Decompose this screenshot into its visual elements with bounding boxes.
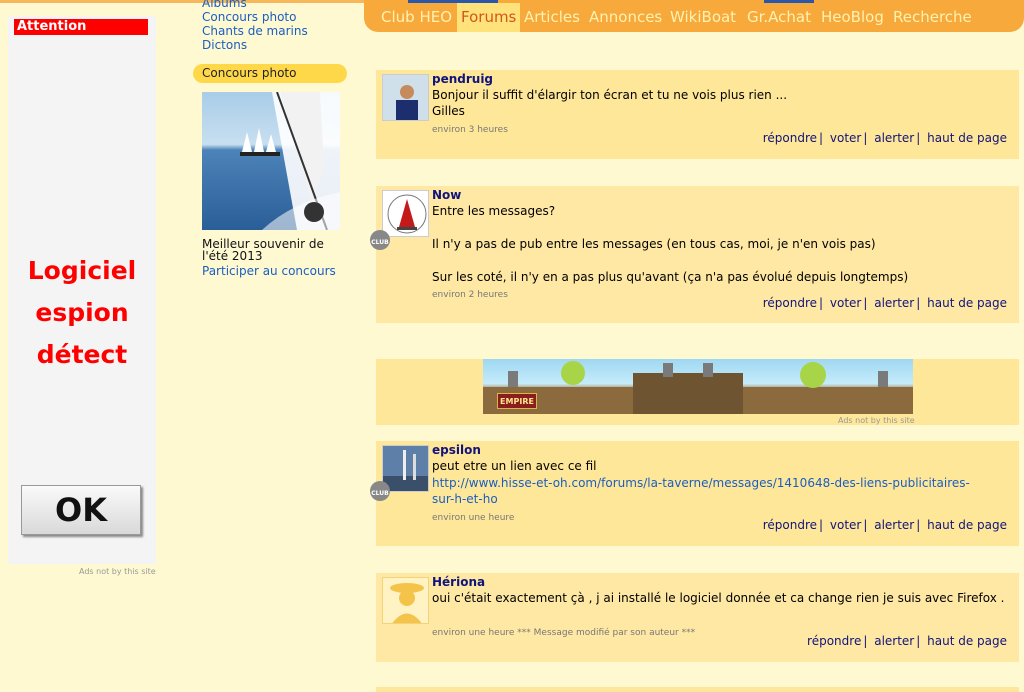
post-meta: environ 2 heures bbox=[432, 290, 508, 300]
post-actions: répondre | voter | alerter | haut de page bbox=[762, 131, 1007, 145]
post-meta: environ une heure bbox=[432, 513, 515, 523]
sidebar-link-dictons[interactable]: Dictons bbox=[202, 38, 308, 52]
post-author[interactable]: Now bbox=[432, 188, 461, 202]
default-avatar-icon bbox=[383, 578, 428, 623]
nav-wikiboat[interactable]: WikiBoat bbox=[670, 8, 736, 26]
next-post-edge bbox=[376, 687, 1019, 692]
sailboat-logo-icon bbox=[383, 191, 428, 236]
avatar[interactable] bbox=[382, 190, 429, 237]
sidebar-link-chants[interactable]: Chants de marins bbox=[202, 24, 308, 38]
ad-attention-label: Attention bbox=[14, 19, 148, 35]
post-actions: répondre | voter | alerter | haut de page bbox=[762, 296, 1007, 310]
top-of-page-link[interactable]: haut de page bbox=[927, 634, 1007, 648]
banner-ad-box: EMPIRE bbox=[376, 359, 1019, 425]
nav-forums[interactable]: Forums bbox=[457, 3, 521, 32]
ad-ok-button[interactable]: OK bbox=[21, 485, 141, 535]
avatar[interactable] bbox=[382, 445, 429, 492]
post-body-line: Sur les coté, il n'y en a pas plus qu'av… bbox=[432, 270, 909, 284]
harbor-photo-icon bbox=[383, 446, 428, 491]
vote-link[interactable]: voter bbox=[830, 131, 861, 145]
post-author[interactable]: Hériona bbox=[432, 575, 485, 589]
main-nav: Club HEO Forums Articles Annonces WikiBo… bbox=[364, 0, 1024, 32]
ads-note-right: Ads not by this site bbox=[838, 416, 915, 425]
post-actions: répondre | voter | alerter | haut de page bbox=[762, 518, 1007, 532]
ad-spy-line-2: espion bbox=[35, 298, 129, 327]
ad-spy-line-1: Logiciel bbox=[27, 256, 137, 285]
post-body-line: oui c'était exactement çà , j ai install… bbox=[432, 591, 1005, 605]
club-badge-icon: CLUB bbox=[370, 230, 390, 250]
reply-link[interactable]: répondre bbox=[763, 296, 817, 310]
ad-spy-line-3: détect bbox=[36, 340, 128, 369]
sidebar-link-albums[interactable]: Albums bbox=[202, 0, 308, 10]
castle-scene-illustration bbox=[483, 361, 913, 414]
game-banner-ad[interactable]: EMPIRE bbox=[483, 359, 913, 414]
reply-link[interactable]: répondre bbox=[763, 518, 817, 532]
top-of-page-link[interactable]: haut de page bbox=[927, 518, 1007, 532]
ad-spy-text[interactable]: Logiciel espion détect bbox=[8, 250, 156, 376]
post-actions: répondre | alerter | haut de page bbox=[807, 634, 1007, 648]
post-body-line: Gilles bbox=[432, 104, 465, 118]
post-author[interactable]: pendruig bbox=[432, 72, 493, 86]
post-link-line[interactable]: http://www.hisse-et-oh.com/forums/la-tav… bbox=[432, 476, 970, 490]
nav-club-heo[interactable]: Club HEO bbox=[381, 8, 452, 26]
post-body-line: Il n'y a pas de pub entre les messages (… bbox=[432, 237, 876, 251]
concours-photo[interactable] bbox=[202, 92, 340, 230]
participer-link[interactable]: Participer au concours bbox=[202, 264, 336, 278]
post-body-line: peut etre un lien avec ce fil bbox=[432, 459, 597, 473]
vote-link[interactable]: voter bbox=[830, 518, 861, 532]
forum-post: pendruig Bonjour il suffit d'élargir ton… bbox=[376, 70, 1019, 159]
post-meta: environ une heure *** Message modifié pa… bbox=[432, 628, 696, 638]
nav-heoblog[interactable]: HeoBlog bbox=[821, 8, 884, 26]
sailboat-photo-illustration bbox=[240, 92, 340, 230]
top-of-page-link[interactable]: haut de page bbox=[927, 131, 1007, 145]
nav-annonces[interactable]: Annonces bbox=[589, 8, 662, 26]
forum-post: CLUB epsilon peut etre un lien avec ce f… bbox=[370, 441, 1019, 546]
post-meta: environ 3 heures bbox=[432, 125, 508, 135]
top-of-page-link[interactable]: haut de page bbox=[927, 296, 1007, 310]
avatar[interactable] bbox=[382, 74, 429, 121]
alert-link[interactable]: alerter bbox=[874, 131, 914, 145]
sidebar-links: Albums Concours photo Chants de marins D… bbox=[202, 0, 308, 52]
reply-link[interactable]: répondre bbox=[807, 634, 861, 648]
nav-grachat[interactable]: Gr.Achat bbox=[747, 8, 811, 26]
post-link-line[interactable]: sur-h-et-ho bbox=[432, 492, 498, 506]
post-body-line: Entre les messages? bbox=[432, 204, 556, 218]
nav-articles[interactable]: Articles bbox=[524, 8, 580, 26]
avatar[interactable] bbox=[382, 577, 429, 624]
nav-accent-bar bbox=[764, 0, 814, 3]
forum-post: Hériona oui c'était exactement çà , j ai… bbox=[376, 573, 1019, 662]
post-author[interactable]: epsilon bbox=[432, 443, 481, 457]
nav-recherche[interactable]: Recherche bbox=[893, 8, 972, 26]
reply-link[interactable]: répondre bbox=[763, 131, 817, 145]
forum-post: CLUB Now Entre les messages? Il n'y a pa… bbox=[370, 186, 1019, 323]
ads-note-left: Ads not by this site bbox=[79, 567, 156, 576]
alert-link[interactable]: alerter bbox=[874, 634, 914, 648]
club-badge-icon: CLUB bbox=[370, 481, 390, 501]
user-photo-icon bbox=[383, 75, 428, 120]
concours-caption: Meilleur souvenir de l'été 2013 bbox=[202, 237, 324, 263]
empire-logo: EMPIRE bbox=[497, 393, 537, 409]
post-body-line: Bonjour il suffit d'élargir ton écran et… bbox=[432, 88, 788, 102]
concours-heading: Concours photo bbox=[193, 64, 347, 83]
sidebar-link-concours[interactable]: Concours photo bbox=[202, 10, 308, 24]
alert-link[interactable]: alerter bbox=[874, 296, 914, 310]
vote-link[interactable]: voter bbox=[830, 296, 861, 310]
alert-link[interactable]: alerter bbox=[874, 518, 914, 532]
